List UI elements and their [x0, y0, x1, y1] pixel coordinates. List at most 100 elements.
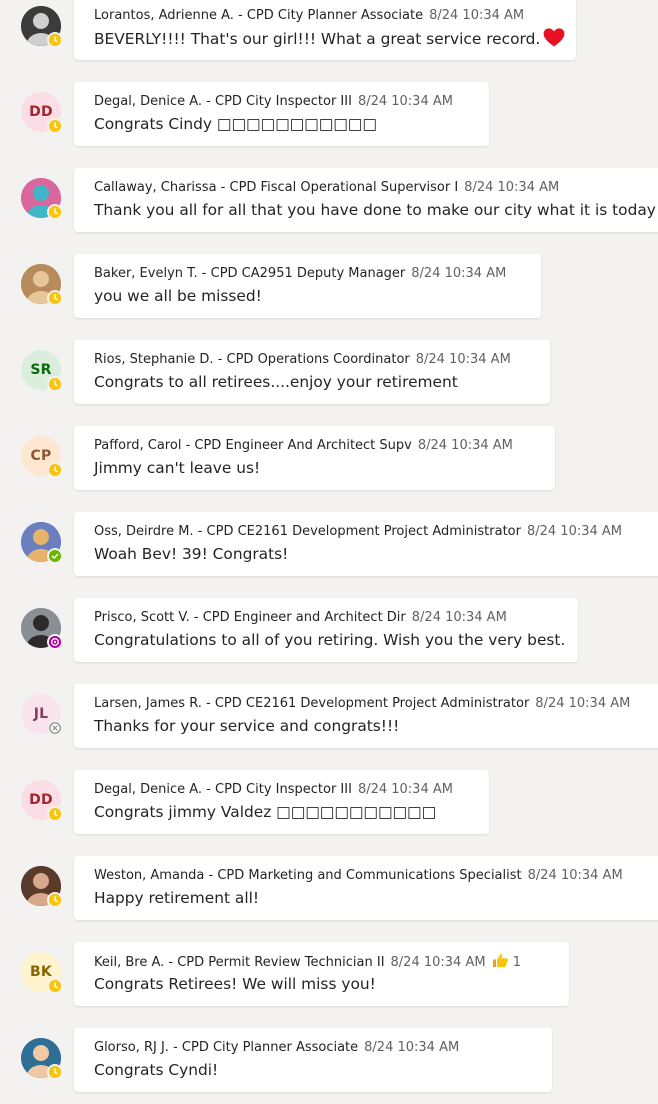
timestamp: 8/24 10:34 AM: [417, 438, 513, 453]
presence-away-icon: [47, 1064, 63, 1080]
message-text: Congrats Cyndi!: [94, 1060, 533, 1080]
message-text: Happy retirement all!: [94, 888, 645, 908]
timestamp: 8/24 10:34 AM: [526, 524, 622, 539]
message-header: Lorantos, Adrienne A. - CPD City Planner…: [94, 7, 557, 25]
thumbs-up-icon: [492, 954, 509, 970]
message-text: Congrats jimmy Valdez □□□□□□□□□□□: [94, 802, 470, 822]
author-name[interactable]: Lorantos, Adrienne A. - CPD City Planner…: [94, 8, 423, 23]
message-bubble[interactable]: Rios, Stephanie D. - CPD Operations Coor…: [74, 340, 550, 404]
author-name[interactable]: Oss, Deirdre M. - CPD CE2161 Development…: [94, 524, 521, 539]
message-bubble[interactable]: Degal, Denice A. - CPD City Inspector II…: [74, 82, 489, 146]
chat-message: DD Degal, Denice A. - CPD City Inspector …: [0, 72, 658, 158]
message-header: Oss, Deirdre M. - CPD CE2161 Development…: [94, 523, 645, 541]
message-bubble[interactable]: Oss, Deirdre M. - CPD CE2161 Development…: [74, 512, 658, 576]
chat-message: BK Keil, Bre A. - CPD Permit Review Techn…: [0, 932, 658, 1018]
author-name[interactable]: Baker, Evelyn T. - CPD CA2951 Deputy Man…: [94, 266, 405, 281]
chat-message: DD Degal, Denice A. - CPD City Inspector …: [0, 760, 658, 846]
author-name[interactable]: Rios, Stephanie D. - CPD Operations Coor…: [94, 352, 410, 367]
message-header: Pafford, Carol - CPD Engineer And Archit…: [94, 437, 536, 455]
presence-away-icon: [47, 204, 63, 220]
chat-message: Oss, Deirdre M. - CPD CE2161 Development…: [0, 502, 658, 588]
avatar[interactable]: [21, 6, 63, 48]
timestamp: 8/24 10:34 AM: [357, 94, 453, 109]
author-name[interactable]: Prisco, Scott V. - CPD Engineer and Arch…: [94, 610, 406, 625]
author-name[interactable]: Glorso, RJ J. - CPD City Planner Associa…: [94, 1040, 358, 1055]
message-bubble[interactable]: Prisco, Scott V. - CPD Engineer and Arch…: [74, 598, 578, 662]
avatar[interactable]: DD: [21, 780, 63, 822]
timestamp: 8/24 10:34 AM: [527, 868, 623, 883]
message-bubble[interactable]: Keil, Bre A. - CPD Permit Review Technic…: [74, 942, 569, 1006]
message-bubble[interactable]: Larsen, James R. - CPD CE2161 Developmen…: [74, 684, 658, 748]
author-name[interactable]: Pafford, Carol - CPD Engineer And Archit…: [94, 438, 412, 453]
chat-message: Baker, Evelyn T. - CPD CA2951 Deputy Man…: [0, 244, 658, 330]
presence-away-icon: [47, 290, 63, 306]
avatar[interactable]: [21, 1038, 63, 1080]
presence-away-icon: [47, 978, 63, 994]
message-text: you we all be missed!: [94, 286, 522, 306]
message-bubble[interactable]: Lorantos, Adrienne A. - CPD City Planner…: [74, 0, 576, 60]
presence-offline-icon: [47, 720, 63, 736]
timestamp: 8/24 10:34 AM: [535, 696, 631, 711]
message-bubble[interactable]: Callaway, Charissa - CPD Fiscal Operatio…: [74, 168, 658, 232]
message-text: Congrats to all retirees....enjoy your r…: [94, 372, 531, 392]
message-header: Baker, Evelyn T. - CPD CA2951 Deputy Man…: [94, 265, 522, 283]
avatar[interactable]: [21, 608, 63, 650]
message-text-content: Congratulations to all of you retiring. …: [94, 631, 566, 649]
avatar[interactable]: [21, 264, 63, 306]
message-text-content: Thanks for your service and congrats!!!: [94, 717, 400, 735]
message-bubble[interactable]: Baker, Evelyn T. - CPD CA2951 Deputy Man…: [74, 254, 541, 318]
message-text-content: Congrats jimmy Valdez □□□□□□□□□□□: [94, 803, 437, 821]
message-header: Weston, Amanda - CPD Marketing and Commu…: [94, 867, 645, 885]
message-text: Congratulations to all of you retiring. …: [94, 630, 565, 650]
message-text-content: Congrats Cyndi!: [94, 1061, 219, 1079]
author-name[interactable]: Callaway, Charissa - CPD Fiscal Operatio…: [94, 180, 458, 195]
timestamp: 8/24 10:34 AM: [464, 180, 560, 195]
presence-focusing-icon: [47, 634, 63, 650]
avatar[interactable]: [21, 522, 63, 564]
author-name[interactable]: Degal, Denice A. - CPD City Inspector II…: [94, 782, 352, 797]
avatar[interactable]: [21, 178, 63, 220]
author-name[interactable]: Larsen, James R. - CPD CE2161 Developmen…: [94, 696, 529, 711]
avatar[interactable]: [21, 866, 63, 908]
chat-message-list: Lorantos, Adrienne A. - CPD City Planner…: [0, 0, 658, 1104]
message-text-content: BEVERLY!!!! That's our girl!!! What a gr…: [94, 30, 541, 48]
reaction[interactable]: 1: [492, 954, 521, 970]
timestamp: 8/24 10:34 AM: [411, 266, 507, 281]
message-header: Glorso, RJ J. - CPD City Planner Associa…: [94, 1039, 533, 1057]
chat-message: Weston, Amanda - CPD Marketing and Commu…: [0, 846, 658, 932]
avatar[interactable]: CP: [21, 436, 63, 478]
message-bubble[interactable]: Pafford, Carol - CPD Engineer And Archit…: [74, 426, 555, 490]
chat-message: JL Larsen, James R. - CPD CE2161 Developm…: [0, 674, 658, 760]
message-bubble[interactable]: Degal, Denice A. - CPD City Inspector II…: [74, 770, 489, 834]
message-bubble[interactable]: Weston, Amanda - CPD Marketing and Commu…: [74, 856, 658, 920]
chat-message: Lorantos, Adrienne A. - CPD City Planner…: [0, 0, 658, 72]
message-header: Degal, Denice A. - CPD City Inspector II…: [94, 93, 470, 111]
avatar[interactable]: SR: [21, 350, 63, 392]
avatar[interactable]: BK: [21, 952, 63, 994]
message-bubble[interactable]: Glorso, RJ J. - CPD City Planner Associa…: [74, 1028, 552, 1092]
message-text-content: Thank you all for all that you have done…: [94, 201, 658, 219]
message-text: Thank you all for all that you have done…: [94, 200, 658, 220]
message-text: Thanks for your service and congrats!!!: [94, 716, 645, 736]
message-text-content: Congrats to all retirees....enjoy your r…: [94, 373, 458, 391]
message-text: Congrats Retirees! We will miss you!: [94, 974, 550, 994]
message-text-content: you we all be missed!: [94, 287, 262, 305]
message-header: Degal, Denice A. - CPD City Inspector II…: [94, 781, 470, 799]
chat-message: CP Pafford, Carol - CPD Engineer And Arch…: [0, 416, 658, 502]
presence-away-icon: [47, 892, 63, 908]
message-header: Callaway, Charissa - CPD Fiscal Operatio…: [94, 179, 655, 197]
timestamp: 8/24 10:34 AM: [357, 782, 453, 797]
author-name[interactable]: Weston, Amanda - CPD Marketing and Commu…: [94, 868, 522, 883]
author-name[interactable]: Keil, Bre A. - CPD Permit Review Technic…: [94, 955, 385, 970]
presence-away-icon: [47, 32, 63, 48]
heart-emoji-icon: [543, 28, 565, 52]
chat-message: SR Rios, Stephanie D. - CPD Operations Co…: [0, 330, 658, 416]
timestamp: 8/24 10:34 AM: [364, 1040, 460, 1055]
chat-message: Glorso, RJ J. - CPD City Planner Associa…: [0, 1018, 658, 1104]
presence-away-icon: [47, 118, 63, 134]
avatar[interactable]: DD: [21, 92, 63, 134]
avatar[interactable]: JL: [21, 694, 63, 736]
author-name[interactable]: Degal, Denice A. - CPD City Inspector II…: [94, 94, 352, 109]
timestamp: 8/24 10:34 AM: [415, 352, 511, 367]
message-header: Prisco, Scott V. - CPD Engineer and Arch…: [94, 609, 559, 627]
